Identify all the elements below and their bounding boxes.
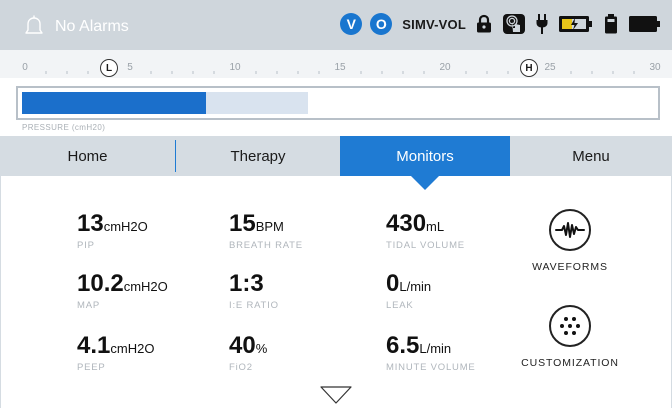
status-icons: V O SIMV-VOL bbox=[340, 13, 662, 35]
battery-full-icon bbox=[629, 16, 660, 32]
low-limit-marker[interactable]: L bbox=[100, 59, 118, 77]
o-badge: O bbox=[370, 13, 393, 35]
metric-label: MINUTE VOLUME bbox=[386, 362, 476, 373]
metric-value: 15 bbox=[229, 210, 256, 237]
metric-fio2[interactable]: 40% FiO2 bbox=[229, 332, 268, 374]
metric-label: LEAK bbox=[386, 300, 414, 311]
scale-tick-label: 15 bbox=[334, 62, 346, 73]
metric-label: TIDAL VOLUME bbox=[386, 240, 465, 251]
customization-label: CUSTOMIZATION bbox=[521, 357, 619, 369]
tab-therapy[interactable]: Therapy bbox=[176, 136, 340, 176]
metric-peep[interactable]: 4.1cmH2O PEEP bbox=[77, 332, 155, 374]
metric-minute-volume[interactable]: 6.5L/min MINUTE VOLUME bbox=[386, 332, 476, 374]
metric-tidal-volume[interactable]: 430mL TIDAL VOLUME bbox=[386, 210, 465, 252]
metric-value: 4.1 bbox=[77, 332, 111, 359]
scale-tick-label: 0 bbox=[22, 62, 28, 73]
nav-tabs: Home Therapy Monitors Menu bbox=[0, 136, 672, 176]
metric-value: 40 bbox=[229, 332, 256, 359]
pressure-current-fill bbox=[22, 92, 207, 114]
waveform-icon bbox=[549, 209, 591, 251]
metric-unit: % bbox=[255, 341, 268, 356]
metric-label: FiO2 bbox=[229, 362, 253, 373]
scale-tick-label: 10 bbox=[229, 62, 241, 73]
scale-tick-label: 30 bbox=[649, 62, 661, 73]
metric-unit: cmH2O bbox=[123, 279, 168, 294]
status-bar: No Alarms V O SIMV-VOL bbox=[0, 0, 672, 50]
metric-leak[interactable]: 0L/min LEAK bbox=[386, 270, 432, 312]
v-badge: V bbox=[340, 13, 363, 35]
metric-label: PIP bbox=[77, 240, 95, 251]
ac-power-icon bbox=[536, 14, 548, 34]
metric-unit: cmH2O bbox=[103, 219, 148, 234]
waveforms-button[interactable]: WAVEFORMS bbox=[520, 209, 620, 273]
metric-label: PEEP bbox=[77, 362, 106, 373]
high-limit-marker[interactable]: H bbox=[520, 59, 538, 77]
metric-pip[interactable]: 13cmH2O PIP bbox=[77, 210, 148, 252]
scroll-down-icon[interactable] bbox=[320, 386, 352, 404]
pressure-bar bbox=[16, 86, 660, 120]
ventilation-mode: SIMV-VOL bbox=[402, 16, 466, 32]
waveforms-label: WAVEFORMS bbox=[532, 261, 608, 273]
active-tab-pointer bbox=[411, 176, 439, 190]
metric-ie-ratio[interactable]: 1:3 I:E RATIO bbox=[229, 270, 279, 312]
metric-breath-rate[interactable]: 15BPM BREATH RATE bbox=[229, 210, 303, 252]
tab-home[interactable]: Home bbox=[0, 136, 175, 176]
bell-icon bbox=[25, 15, 43, 34]
metric-value: 13 bbox=[77, 210, 104, 237]
metric-value: 1:3 bbox=[229, 270, 264, 297]
metric-unit: cmH2O bbox=[110, 341, 155, 356]
scale-tick-label: 20 bbox=[439, 62, 451, 73]
lock-icon[interactable] bbox=[476, 14, 492, 34]
battery-charging-icon bbox=[559, 16, 592, 32]
metric-map[interactable]: 10.2cmH2O MAP bbox=[77, 270, 168, 312]
metric-unit: L/min bbox=[419, 341, 452, 356]
metric-value: 10.2 bbox=[77, 270, 124, 297]
alarm-indicator[interactable]: No Alarms bbox=[22, 14, 129, 38]
touch-icon[interactable] bbox=[502, 13, 526, 35]
metric-label: MAP bbox=[77, 300, 100, 311]
customization-button[interactable]: CUSTOMIZATION bbox=[517, 305, 623, 369]
metric-label: BREATH RATE bbox=[229, 240, 303, 251]
metric-unit: L/min bbox=[399, 279, 432, 294]
scale-tick-label: 25 bbox=[544, 62, 556, 73]
metric-unit: mL bbox=[426, 219, 445, 234]
metric-value: 430 bbox=[386, 210, 427, 237]
scale-tick-label: 5 bbox=[127, 62, 133, 73]
pressure-label: PRESSURE (cmH20) bbox=[22, 123, 106, 132]
alarm-status-text: No Alarms bbox=[55, 18, 129, 35]
metric-unit: BPM bbox=[255, 219, 284, 234]
tab-menu[interactable]: Menu bbox=[510, 136, 672, 176]
battery-icon bbox=[605, 14, 617, 34]
grid-dots-icon bbox=[549, 305, 591, 347]
pressure-scale: 0 5 10 15 20 25 30 L H bbox=[0, 50, 672, 78]
tab-monitors[interactable]: Monitors bbox=[340, 136, 510, 176]
metric-value: 6.5 bbox=[386, 332, 420, 359]
metric-label: I:E RATIO bbox=[229, 300, 279, 311]
metric-value: 0 bbox=[386, 270, 400, 297]
